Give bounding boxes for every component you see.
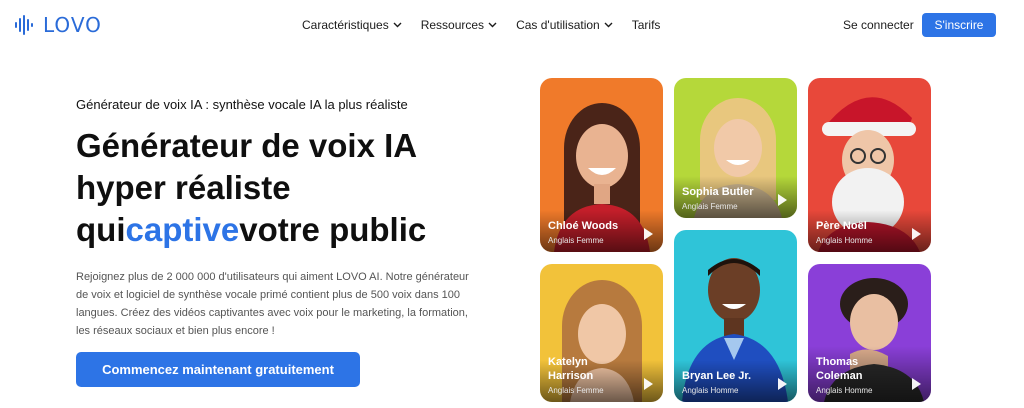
headline-line-3-pre: qui: [76, 211, 126, 248]
voice-language-gender: Anglais Homme: [682, 386, 739, 395]
brand-name: LOVO: [43, 13, 102, 37]
voice-language-gender: Anglais Femme: [548, 386, 604, 395]
headline-line-3-post: votre public: [239, 211, 427, 248]
headline-line-2: hyper réaliste: [76, 169, 291, 206]
menu-item-cas-utilisation[interactable]: Cas d'utilisation: [516, 18, 613, 32]
start-free-button[interactable]: Commencez maintenant gratuitement: [76, 352, 360, 387]
voice-language-gender: Anglais Femme: [548, 236, 604, 245]
voice-card-chloe-woods[interactable]: Chloé Woods Anglais Femme: [540, 78, 663, 252]
voice-name: Bryan Lee Jr.: [682, 370, 752, 382]
hero-eyebrow: Générateur de voix IA : synthèse vocale …: [76, 97, 408, 112]
voice-name: Katelyn Harrison: [548, 356, 594, 382]
voice-name: Père Noël: [816, 220, 867, 232]
play-icon[interactable]: [778, 194, 787, 206]
waveform-icon: [15, 15, 33, 35]
play-icon[interactable]: [912, 378, 921, 390]
play-icon[interactable]: [912, 228, 921, 240]
hero-headline: Générateur de voix IA hyper réaliste qui…: [76, 125, 516, 251]
voice-language-gender: Anglais Homme: [816, 386, 873, 395]
voice-card-bryan-lee-jr[interactable]: Bryan Lee Jr. Anglais Homme: [674, 230, 797, 402]
menu-item-ressources[interactable]: Ressources: [421, 18, 497, 32]
menu-item-label: Caractéristiques: [302, 18, 389, 32]
voice-name: Thomas Coleman: [816, 356, 863, 382]
brand-logo[interactable]: LOVO: [14, 13, 102, 37]
menu-item-tarifs[interactable]: Tarifs: [632, 18, 661, 32]
chevron-down-icon: [488, 22, 497, 28]
voice-language-gender: Anglais Femme: [682, 202, 738, 211]
chevron-down-icon: [604, 22, 613, 28]
voice-card-sophia-butler[interactable]: Sophia Butler Anglais Femme: [674, 78, 797, 218]
chevron-down-icon: [393, 22, 402, 28]
hero-description: Rejoignez plus de 2 000 000 d'utilisateu…: [76, 271, 469, 337]
voice-card-katelyn-harrison[interactable]: Katelyn Harrison Anglais Femme: [540, 264, 663, 402]
menu-item-label: Ressources: [420, 18, 485, 32]
voice-name: Sophia Butler: [682, 186, 754, 198]
play-icon[interactable]: [644, 378, 653, 390]
menu-item-caracteristiques[interactable]: Caractéristiques: [302, 18, 402, 32]
signup-button[interactable]: S'inscrire: [922, 13, 996, 37]
voice-card-pere-noel[interactable]: Père Noël Anglais Homme: [808, 78, 931, 252]
menu-item-label: Cas d'utilisation: [516, 18, 600, 32]
login-link[interactable]: Se connecter: [843, 18, 914, 32]
voice-name: Chloé Woods: [548, 220, 619, 232]
play-icon[interactable]: [778, 378, 787, 390]
voice-card-thomas-coleman[interactable]: Thomas Coleman Anglais Homme: [808, 264, 931, 402]
voice-language-gender: Anglais Homme: [816, 236, 873, 245]
top-nav: LOVO Caractéristiques Ressources Cas d'u…: [0, 0, 1024, 52]
headline-line-1: Générateur de voix IA: [76, 127, 418, 164]
headline-accent-word: captive: [125, 211, 240, 248]
play-icon[interactable]: [644, 228, 653, 240]
main-menu: Caractéristiques Ressources Cas d'utilis…: [302, 18, 679, 32]
menu-item-label: Tarifs: [631, 18, 661, 32]
